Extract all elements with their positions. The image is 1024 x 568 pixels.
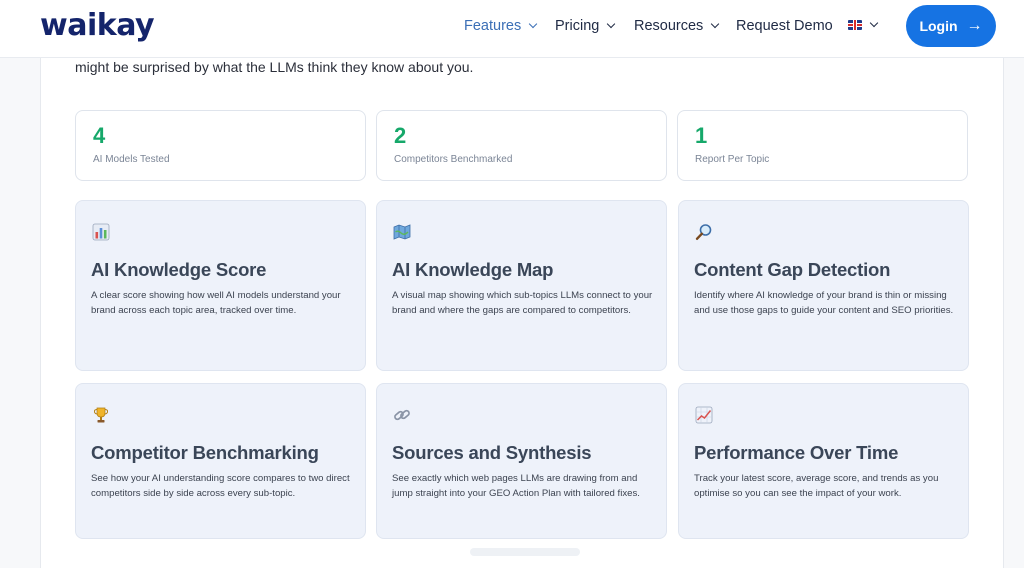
uk-flag-icon xyxy=(848,20,862,30)
nav-request-demo-label: Request Demo xyxy=(736,18,833,34)
chevron-down-icon xyxy=(607,19,616,29)
feature-description: Identify where AI knowledge of your bran… xyxy=(694,290,954,316)
section-divider xyxy=(470,548,580,556)
feature-card-competitor-benchmarking: Competitor Benchmarking See how your AI … xyxy=(75,383,366,539)
feature-description: See how your AI understanding score comp… xyxy=(91,473,350,499)
feature-title: AI Knowledge Score xyxy=(91,259,267,280)
feature-title: Competitor Benchmarking xyxy=(91,442,319,463)
link-icon xyxy=(394,409,410,421)
nav-features[interactable]: Features xyxy=(464,18,538,34)
stat-card: 2 Competitors Benchmarked xyxy=(376,110,667,181)
stat-card: 1 Report Per Topic xyxy=(677,110,968,181)
stat-label: Competitors Benchmarked xyxy=(394,154,513,165)
arrow-right-icon: → xyxy=(966,17,983,34)
feature-card-sources-and-synthesis: Sources and Synthesis See exactly which … xyxy=(376,383,667,539)
feature-description: A visual map showing which sub-topics LL… xyxy=(392,290,653,316)
stat-value: 1 xyxy=(695,123,708,148)
feature-card-ai-knowledge-score: AI Knowledge Score A clear score showing… xyxy=(75,200,366,371)
feature-description: See exactly which web pages LLMs are dra… xyxy=(392,473,640,499)
nav-pricing[interactable]: Pricing xyxy=(555,18,616,34)
trophy-icon xyxy=(93,407,109,423)
feature-title: AI Knowledge Map xyxy=(392,259,554,280)
feature-title: Performance Over Time xyxy=(694,442,899,463)
nav-resources-label: Resources xyxy=(634,18,704,34)
login-button[interactable]: Login → xyxy=(906,5,996,47)
stat-card: 4 AI Models Tested xyxy=(75,110,366,181)
stat-label: Report Per Topic xyxy=(695,154,770,165)
nav-resources[interactable]: Resources xyxy=(634,18,720,34)
stat-label: AI Models Tested xyxy=(93,154,170,165)
stat-value: 4 xyxy=(93,123,106,148)
nav-pricing-label: Pricing xyxy=(555,18,600,34)
chevron-down-icon xyxy=(528,19,538,29)
feature-description: Track your latest score, average score, … xyxy=(694,473,939,499)
trend-chart-icon xyxy=(695,406,713,424)
magnifier-icon xyxy=(695,224,712,241)
feature-card-content-gap-detection: Content Gap Detection Identify where AI … xyxy=(678,200,969,371)
intro-text: might be surprised by what the LLMs thin… xyxy=(75,59,474,75)
nav-features-label: Features xyxy=(464,18,522,34)
login-button-label: Login xyxy=(919,18,958,34)
feature-title: Content Gap Detection xyxy=(694,259,891,280)
map-icon xyxy=(393,224,411,240)
nav-request-demo[interactable]: Request Demo xyxy=(736,18,833,34)
language-selector[interactable] xyxy=(848,18,879,30)
top-navbar: waikay Features Pricing Resources Reques… xyxy=(0,0,1024,58)
feature-title: Sources and Synthesis xyxy=(392,442,592,463)
brand-logo[interactable]: waikay xyxy=(40,8,155,43)
stat-value: 2 xyxy=(394,123,407,148)
chevron-down-icon xyxy=(869,18,879,28)
feature-description: A clear score showing how well AI models… xyxy=(91,290,341,316)
feature-card-ai-knowledge-map: AI Knowledge Map A visual map showing wh… xyxy=(376,200,667,371)
bar-chart-icon xyxy=(92,223,110,241)
feature-card-performance-over-time: Performance Over Time Track your latest … xyxy=(678,383,969,539)
chevron-down-icon xyxy=(711,19,720,29)
